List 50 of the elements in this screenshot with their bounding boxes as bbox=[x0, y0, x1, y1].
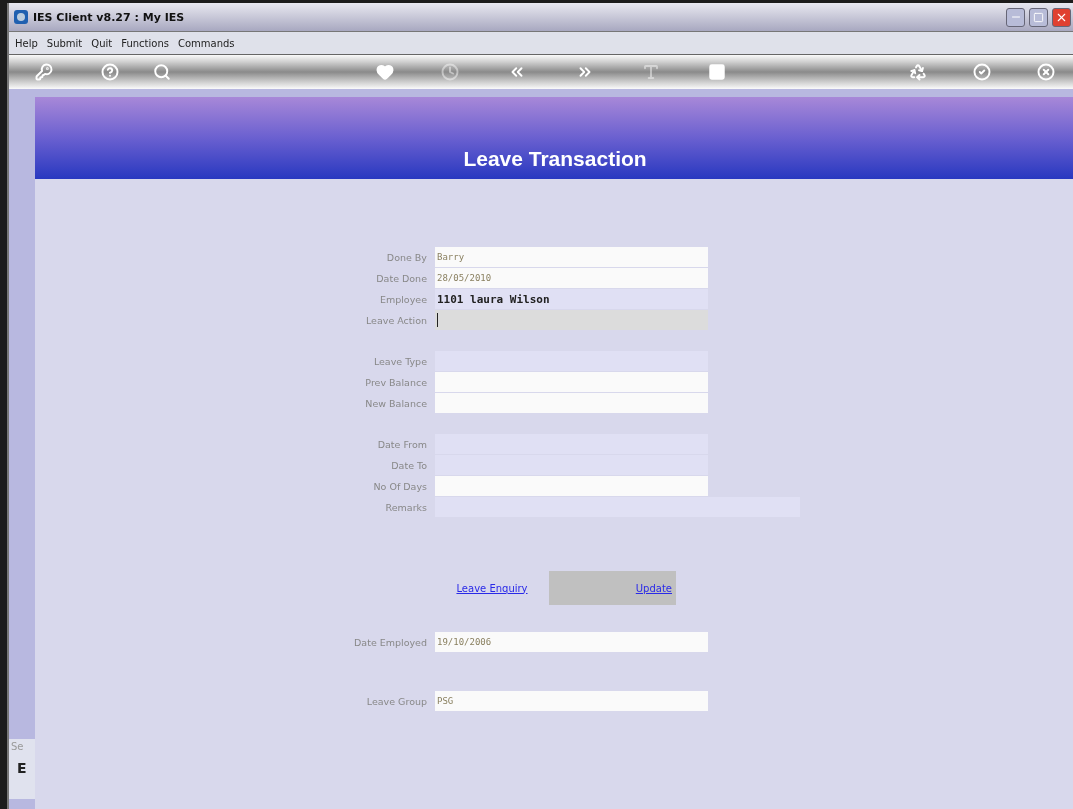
input-field[interactable]: 19/10/2006 bbox=[435, 632, 708, 652]
input-field[interactable]: 1101 laura Wilson bbox=[435, 289, 708, 309]
maximize-icon bbox=[1033, 11, 1044, 23]
field-label: New Balance bbox=[364, 397, 428, 409]
input-field[interactable]: 28/05/2010 bbox=[435, 268, 708, 288]
square-icon[interactable] bbox=[708, 63, 726, 81]
input-field[interactable]: Barry bbox=[435, 247, 708, 267]
field-label: Remarks bbox=[384, 501, 428, 513]
field-label: Date Employed bbox=[353, 636, 428, 648]
update-button[interactable]: Update bbox=[549, 571, 676, 605]
input-field[interactable] bbox=[435, 393, 708, 413]
side-text: E bbox=[16, 759, 28, 776]
menu-item[interactable]: Submit bbox=[46, 37, 83, 49]
field-label: Leave Type bbox=[372, 355, 428, 367]
menu-item[interactable]: Functions bbox=[121, 37, 169, 49]
field-label: Leave Group bbox=[365, 695, 428, 707]
minimize-button[interactable] bbox=[1006, 7, 1025, 27]
field-label: Done By bbox=[385, 251, 428, 263]
input-field[interactable] bbox=[435, 372, 708, 392]
field-label: Date Done bbox=[375, 272, 428, 284]
text-caret bbox=[437, 313, 438, 327]
input-field[interactable] bbox=[435, 476, 708, 496]
field-label: No Of Days bbox=[372, 480, 428, 492]
app-icon bbox=[13, 9, 29, 25]
field-label: Date To bbox=[390, 459, 428, 471]
field-label: Leave Action bbox=[364, 314, 428, 326]
menu-item[interactable]: Commands bbox=[177, 37, 235, 49]
field-label: Employee bbox=[378, 293, 428, 305]
close-icon[interactable] bbox=[1037, 63, 1055, 81]
recycle-icon[interactable] bbox=[909, 63, 927, 81]
input-field[interactable]: PSG bbox=[435, 691, 708, 711]
leave-enquiry-link[interactable]: Leave Enquiry bbox=[435, 582, 549, 594]
input-field[interactable] bbox=[435, 310, 708, 330]
menu-item[interactable]: Quit bbox=[91, 37, 113, 49]
field-label: Date From bbox=[376, 438, 428, 450]
input-field[interactable] bbox=[435, 455, 708, 475]
input-field[interactable] bbox=[435, 497, 800, 517]
key-icon[interactable] bbox=[35, 63, 53, 81]
menu-item[interactable]: Help bbox=[15, 37, 38, 49]
maximize-button[interactable] bbox=[1029, 7, 1048, 27]
heart-icon[interactable] bbox=[376, 63, 394, 81]
page-title: Leave Transaction bbox=[463, 147, 647, 171]
window-title: IES Client v8.27 : My IES bbox=[33, 10, 186, 24]
close-button[interactable] bbox=[1052, 7, 1071, 27]
check-circle-icon[interactable] bbox=[973, 63, 991, 81]
search-icon[interactable] bbox=[153, 63, 171, 81]
input-field[interactable] bbox=[435, 351, 708, 371]
side-text: Se bbox=[10, 740, 25, 752]
field-label: Prev Balance bbox=[364, 376, 428, 388]
help-icon[interactable] bbox=[101, 63, 119, 81]
